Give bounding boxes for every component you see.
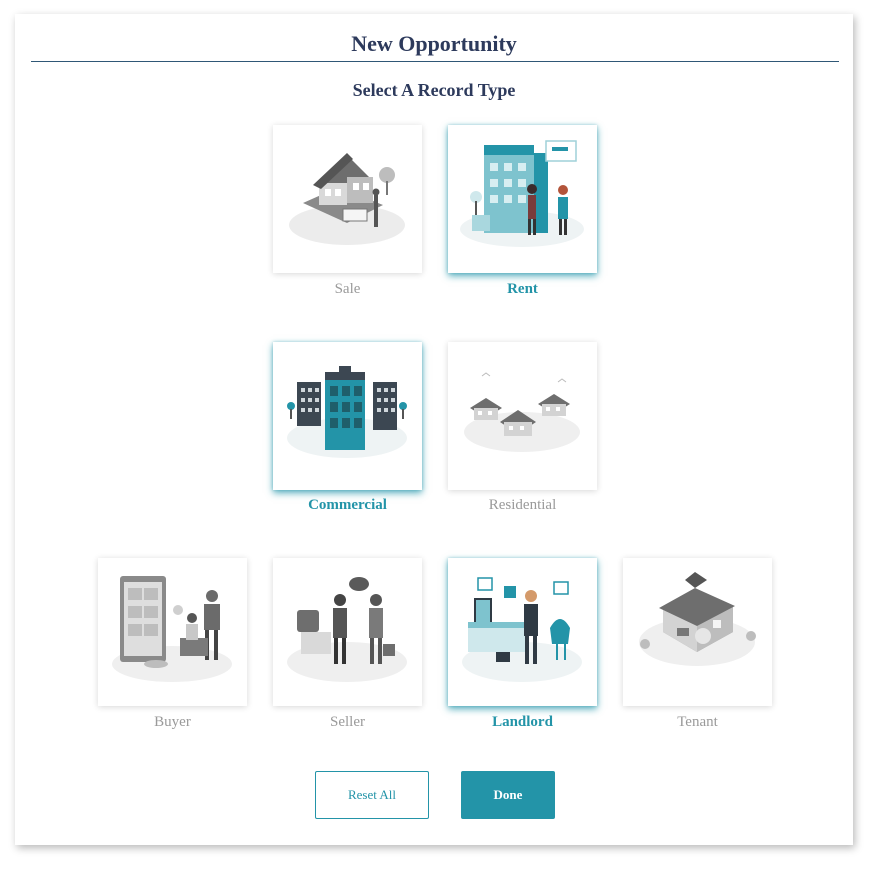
record-type-card-commercial[interactable] (273, 342, 422, 490)
buyer-browsing-icon (112, 576, 232, 682)
record-type-label-commercial: Commercial (308, 497, 387, 513)
title-divider (31, 61, 839, 62)
reset-all-button[interactable]: Reset All (315, 771, 429, 819)
record-type-card-residential[interactable] (448, 342, 597, 490)
record-type-label-residential: Residential (488, 497, 557, 513)
record-type-label-tenant: Tenant (677, 714, 718, 730)
record-type-card-buyer[interactable] (98, 558, 247, 706)
record-type-card-tenant[interactable] (623, 558, 772, 706)
house-for-sale-icon (289, 153, 405, 245)
office-buildings-icon (287, 366, 407, 458)
record-type-label-seller: Seller (330, 714, 365, 730)
record-type-card-sale[interactable] (273, 125, 422, 273)
record-type-card-seller[interactable] (273, 558, 422, 706)
seller-deal-icon (287, 577, 407, 682)
record-type-label-landlord: Landlord (492, 714, 553, 730)
houses-neighborhood-icon (464, 372, 580, 452)
apartment-rent-icon (460, 140, 584, 247)
tenant-home-icon (639, 572, 756, 666)
record-type-label-buyer: Buyer (154, 714, 191, 730)
record-type-card-landlord[interactable] (448, 558, 597, 706)
modal-title: New Opportunity (351, 31, 517, 56)
record-type-card-rent[interactable] (448, 125, 597, 273)
record-type-heading: Select A Record Type (352, 80, 516, 100)
done-button[interactable]: Done (461, 771, 555, 819)
landlord-office-icon (462, 577, 582, 682)
new-opportunity-modal: New Opportunity Select A Record Type Sal… (15, 14, 853, 845)
record-type-label-sale: Sale (334, 281, 361, 297)
record-type-label-rent: Rent (507, 281, 538, 297)
